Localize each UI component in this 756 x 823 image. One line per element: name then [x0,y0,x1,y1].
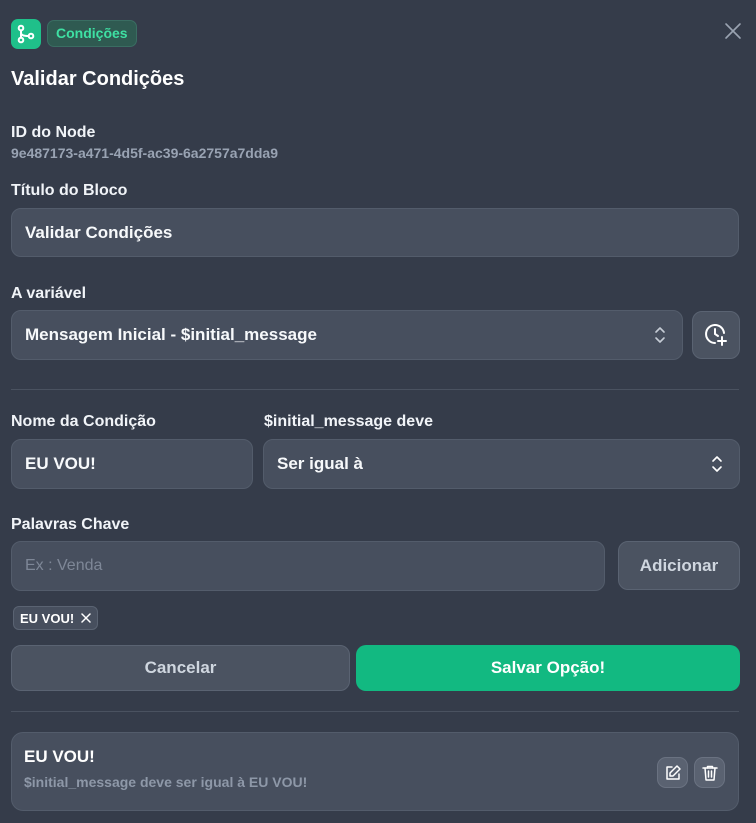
category-badge: Condições [47,20,137,47]
block-title-value: Validar Condições [25,222,173,242]
section-divider [11,389,739,390]
block-title-label: Título do Bloco [11,182,128,199]
chevron-updown-icon [712,456,722,472]
chevron-updown-icon [655,327,665,343]
keyword-chip: EU VOU! [13,606,99,630]
block-title-input[interactable]: Validar Condições [11,208,739,257]
close-icon[interactable] [720,18,746,44]
variable-selected: Mensagem Inicial - $initial_message [25,325,317,344]
save-option-button[interactable]: Salvar Opção! [356,645,740,691]
remove-chip-icon[interactable] [81,613,91,623]
operator-selected: Ser igual à [277,454,363,473]
option-description: $initial_message deve ser igual à EU VOU… [24,774,308,790]
keyword-chip-label: EU VOU! [20,610,75,626]
cancel-button[interactable]: Cancelar [11,645,350,691]
variable-select[interactable]: Mensagem Inicial - $initial_message [11,310,683,360]
condition-name-value: EU VOU! [25,454,96,473]
edit-option-button[interactable] [657,757,688,788]
variable-history-button[interactable] [692,311,740,359]
keyword-placeholder: Ex : Venda [25,557,103,574]
condition-name-label: Nome da Condição [11,413,156,430]
page-title: Validar Condições [11,68,185,90]
list-divider [11,711,739,712]
branch-icon [11,19,41,49]
condition-option-card: EU VOU! $initial_message deve ser igual … [11,732,739,811]
node-id-value: 9e487173-a471-4d5f-ac39-6a2757a7dda9 [11,145,278,161]
operator-label: $initial_message deve [264,413,433,430]
variable-label: A variável [11,285,87,302]
condition-name-input[interactable]: EU VOU! [11,439,253,489]
pencil-icon [665,764,681,780]
delete-option-button[interactable] [694,757,725,788]
operator-select[interactable]: Ser igual à [263,439,740,489]
node-id-label: ID do Node [11,124,96,141]
add-keyword-button[interactable]: Adicionar [618,541,740,590]
keyword-input[interactable]: Ex : Venda [11,541,605,591]
clock-plus-icon [705,324,727,346]
trash-icon [701,765,718,781]
option-title: EU VOU! [24,747,95,766]
keywords-label: Palavras Chave [11,516,130,533]
